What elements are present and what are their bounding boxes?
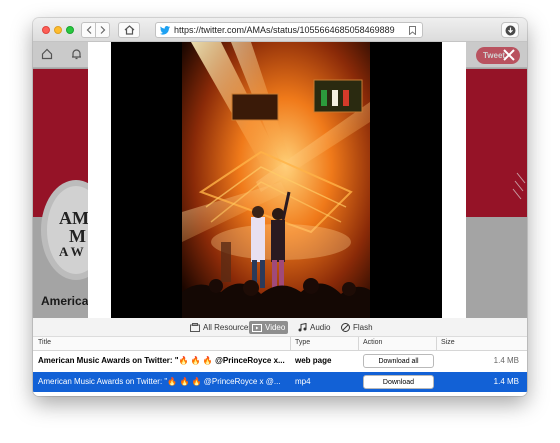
close-preview-icon[interactable] [501, 47, 517, 63]
avatar-text-line-3: A W [59, 244, 84, 259]
filter-all-resources-label: All Resources [203, 323, 253, 332]
row-type: web page [295, 356, 332, 365]
table-row-selected[interactable]: American Music Awards on Twitter: "🔥 🔥 🔥… [33, 372, 527, 392]
browser-window: https://twitter.com/AMAs/status/10556646… [33, 18, 527, 396]
download-button[interactable]: Download [363, 375, 434, 389]
filter-video[interactable]: Video [249, 321, 289, 334]
column-divider [358, 337, 359, 351]
notifications-bell-icon[interactable] [71, 48, 82, 60]
video-icon [252, 323, 262, 332]
address-bar[interactable]: https://twitter.com/AMAs/status/10556646… [155, 22, 423, 38]
home-button[interactable] [118, 22, 140, 38]
filter-video-label: Video [265, 323, 286, 332]
home-icon [124, 25, 134, 35]
column-header-type[interactable]: Type [295, 339, 310, 346]
column-header-action[interactable]: Action [363, 339, 382, 346]
twitter-bird-icon [160, 25, 170, 35]
close-window-button[interactable] [42, 26, 50, 34]
home-tab-icon[interactable] [41, 48, 53, 60]
row-type: mp4 [295, 377, 311, 386]
concert-stage-image [111, 42, 442, 318]
back-button[interactable] [81, 22, 96, 38]
url-text: https://twitter.com/AMAs/status/10556646… [174, 25, 395, 35]
column-header-title[interactable]: Title [38, 339, 51, 346]
download-circle-icon [505, 25, 515, 35]
chevron-right-icon [100, 26, 105, 34]
download-all-button[interactable]: Download all [363, 354, 434, 368]
filter-bar: All Resources Video Audio Flash [33, 318, 527, 337]
row-title: American Music Awards on Twitter: "🔥 🔥 🔥… [38, 377, 281, 386]
filter-flash-label: Flash [353, 323, 373, 332]
profile-name: America [41, 294, 89, 308]
row-size: 1.4 MB [493, 377, 519, 386]
page-content: Tweet AME M A W America [33, 42, 527, 318]
chevron-left-icon [86, 26, 91, 34]
column-divider [436, 337, 437, 351]
downloads-button[interactable] [501, 22, 519, 38]
row-size: 1.4 MB [493, 356, 519, 365]
table-row[interactable]: American Music Awards on Twitter: "🔥 🔥 🔥… [33, 351, 527, 371]
video-player[interactable] [111, 42, 442, 318]
zoom-window-button[interactable] [66, 26, 74, 34]
filter-all-resources[interactable]: All Resources [187, 321, 255, 334]
filter-flash[interactable]: Flash [338, 321, 376, 334]
table-header: Title Type Action Size [33, 337, 527, 351]
filter-audio[interactable]: Audio [295, 321, 333, 334]
column-divider [290, 337, 291, 351]
bookmark-icon[interactable] [409, 26, 416, 35]
forward-button[interactable] [95, 22, 110, 38]
column-header-size[interactable]: Size [441, 339, 455, 346]
banner-graphic-icon [512, 172, 526, 200]
row-title: American Music Awards on Twitter: "🔥 🔥 🔥… [38, 356, 285, 365]
flash-icon [341, 323, 350, 332]
filter-audio-label: Audio [310, 323, 331, 332]
resource-panel: All Resources Video Audio Flash Title Ty… [33, 318, 527, 396]
video-preview-panel [88, 42, 466, 318]
browser-toolbar: https://twitter.com/AMAs/status/10556646… [33, 18, 527, 42]
audio-icon [298, 323, 307, 332]
profile-banner-right [463, 69, 527, 217]
minimize-window-button[interactable] [54, 26, 62, 34]
all-resources-icon [190, 323, 200, 332]
